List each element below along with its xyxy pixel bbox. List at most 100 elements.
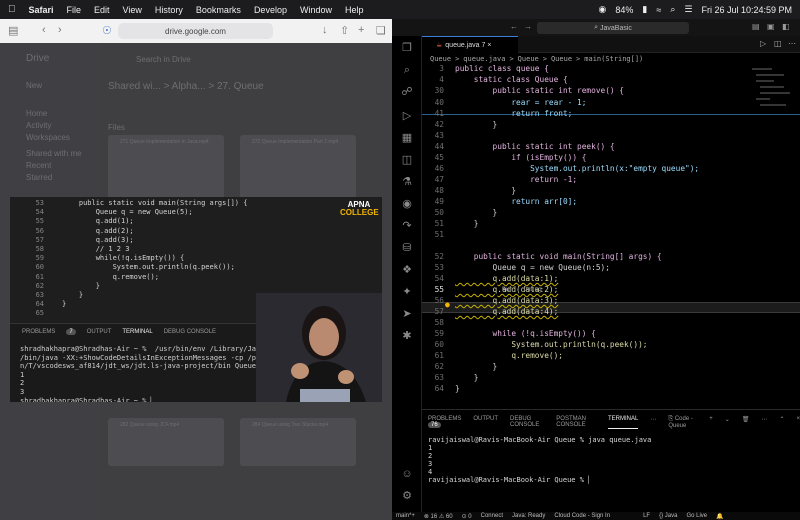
kill-terminal-icon[interactable]: 🗑 <box>742 416 750 429</box>
breadcrumb-file[interactable]: queue.java <box>463 55 505 63</box>
split-editor-icon[interactable]: ◫ <box>774 39 782 48</box>
lightbulb-icon[interactable]: ● <box>445 300 450 309</box>
download-icon[interactable]: ↓ <box>322 24 328 36</box>
cloud-code-icon[interactable]: ✱ <box>401 330 413 342</box>
apple-menu-icon[interactable]:  <box>8 4 16 15</box>
more-tabs-icon[interactable]: ⋯ <box>650 416 656 429</box>
nav-shared[interactable]: Shared with me <box>26 149 82 158</box>
maximize-panel-icon[interactable]: ⌃ <box>779 416 784 429</box>
breadcrumb-class[interactable]: Queue <box>518 55 539 63</box>
docker-icon[interactable]: ❖ <box>401 264 413 276</box>
file-card[interactable]: 282 Queue using JCF.mp4 <box>108 418 224 466</box>
forward-icon[interactable]: › <box>58 24 62 36</box>
panel-toggle-icon[interactable]: ▣ <box>767 22 775 31</box>
cloud-code-status[interactable]: Cloud Code - Sign In <box>554 513 610 519</box>
code-editor[interactable]: ● 3 public class queue {4 static class Qu… <box>422 64 800 409</box>
close-panel-icon[interactable]: × <box>796 416 800 429</box>
video-player[interactable]: 53 public static void main(String args[]… <box>10 197 382 402</box>
nav-starred[interactable]: Starred <box>26 173 52 182</box>
command-center[interactable]: ⌕ JavaBasic <box>537 22 689 34</box>
search-icon[interactable]: ⌕ <box>401 64 413 76</box>
ports-status[interactable]: ⊙ 0 <box>462 513 472 520</box>
address-bar[interactable]: drive.google.com <box>118 23 273 39</box>
terminal-selector[interactable]: ⎘ Code - Queue <box>668 416 697 429</box>
language-mode[interactable]: {} Java <box>659 513 677 519</box>
tab-postman-console[interactable]: POSTMAN CONSOLE <box>556 416 596 429</box>
tab-overview-icon[interactable]: ❏ <box>376 24 386 37</box>
wifi-icon[interactable]: ≈ <box>656 5 661 15</box>
breadcrumb-method[interactable]: main(String[]) <box>584 55 643 63</box>
menu-file[interactable]: File <box>67 5 82 15</box>
search-icon[interactable]: ⌕ <box>670 4 675 15</box>
more-actions-icon[interactable]: ⋯ <box>761 416 767 429</box>
database-icon[interactable]: ⛁ <box>401 242 413 254</box>
live-share-icon[interactable]: ↷ <box>401 220 413 232</box>
new-button[interactable]: New <box>26 81 42 90</box>
extensions-icon[interactable]: ▦ <box>401 132 413 144</box>
tab-queue-java[interactable]: ☕ queue.java 7 × <box>422 36 518 53</box>
share-icon[interactable]: ⇧ <box>340 24 349 37</box>
git-branch[interactable]: main*+ <box>396 513 415 519</box>
copilot-icon[interactable]: ✦ <box>401 286 413 298</box>
nav-home[interactable]: Home <box>26 109 47 118</box>
drive-search[interactable]: Search in Drive <box>136 55 191 64</box>
menu-edit[interactable]: Edit <box>94 5 110 15</box>
back-arrow-icon[interactable]: ← <box>510 22 518 31</box>
breadcrumb-inner-class[interactable]: Queue <box>551 55 572 63</box>
back-icon[interactable]: ‹ <box>42 24 46 36</box>
sidebar-toggle-icon[interactable]: ▤ <box>8 24 18 37</box>
menu-view[interactable]: View <box>123 5 142 15</box>
java-status[interactable]: Java: Ready <box>512 513 545 519</box>
problems-summary[interactable]: ⊗ 16 ⚠ 60 <box>424 513 453 520</box>
notifications-icon[interactable]: 🔔 <box>716 513 723 520</box>
shield-icon[interactable]: ☉ <box>102 24 112 37</box>
menu-window[interactable]: Window <box>300 5 332 15</box>
tab-terminal[interactable]: TERMINAL <box>608 416 639 429</box>
screen-recording-icon[interactable]: ◉ <box>599 4 607 15</box>
settings-gear-icon[interactable]: ⚙ <box>401 490 413 502</box>
explorer-icon[interactable]: ❐ <box>401 42 413 54</box>
menu-help[interactable]: Help <box>345 5 364 15</box>
line-ending[interactable]: LF <box>643 513 650 519</box>
tab-debug-console[interactable]: DEBUG CONSOLE <box>510 416 544 429</box>
menu-bookmarks[interactable]: Bookmarks <box>196 5 241 15</box>
remote-explorer-icon[interactable]: ◫ <box>401 154 413 166</box>
clock[interactable]: Fri 26 Jul 10:24:59 PM <box>701 5 792 15</box>
sidebar-right-icon[interactable]: ◧ <box>782 22 790 31</box>
nav-workspaces[interactable]: Workspaces <box>26 133 70 142</box>
codelens-run-debug[interactable]: Run | Debug <box>502 286 542 293</box>
file-card[interactable]: 271 Queue Implementation in Java.mp4 <box>108 135 224 205</box>
nav-recent[interactable]: Recent <box>26 161 51 170</box>
run-icon[interactable]: ▷ <box>760 39 766 48</box>
drive-breadcrumb[interactable]: Shared wi... > Alpha... > 27. Queue <box>108 81 264 92</box>
file-card[interactable]: 272 Queue Implementation Part 2.mp4 <box>240 135 356 205</box>
connect-status[interactable]: Connect <box>481 513 503 519</box>
tab-problems[interactable]: PROBLEMS 76 <box>428 416 461 429</box>
app-menu-safari[interactable]: Safari <box>29 5 54 15</box>
breadcrumb-folder[interactable]: Queue <box>430 55 451 63</box>
run-debug-icon[interactable]: ▷ <box>401 110 413 122</box>
minimap[interactable] <box>748 64 796 160</box>
drive-logo[interactable]: Drive <box>26 53 49 64</box>
close-icon[interactable]: × <box>487 42 491 49</box>
postman-icon[interactable]: ➤ <box>401 308 413 320</box>
battery-icon[interactable]: ▮ <box>642 4 647 15</box>
layout-icon[interactable]: ▤ <box>752 22 760 31</box>
tab-output[interactable]: OUTPUT <box>473 416 498 429</box>
control-center-icon[interactable]: ☰ <box>684 4 692 15</box>
menu-history[interactable]: History <box>155 5 183 15</box>
testing-icon[interactable]: ⚗ <box>401 176 413 188</box>
new-tab-icon[interactable]: + <box>358 24 364 36</box>
forward-arrow-icon[interactable]: → <box>524 22 532 31</box>
menu-develop[interactable]: Develop <box>254 5 287 15</box>
gitlens-icon[interactable]: ◉ <box>401 198 413 210</box>
chevron-down-icon[interactable]: ⌄ <box>725 416 730 429</box>
accounts-icon[interactable]: ☺ <box>401 468 413 480</box>
source-control-icon[interactable]: ☍ <box>401 86 413 98</box>
file-card[interactable]: 284 Queue using Two Stacks.mp4 <box>240 418 356 466</box>
new-terminal-icon[interactable]: + <box>709 416 713 429</box>
more-actions-icon[interactable]: ⋯ <box>788 39 796 48</box>
go-live-button[interactable]: Go Live <box>686 513 707 519</box>
nav-activity[interactable]: Activity <box>26 121 51 130</box>
terminal-output[interactable]: ravijaiswal@Ravis-MacBook-Air Queue % ja… <box>428 436 651 484</box>
